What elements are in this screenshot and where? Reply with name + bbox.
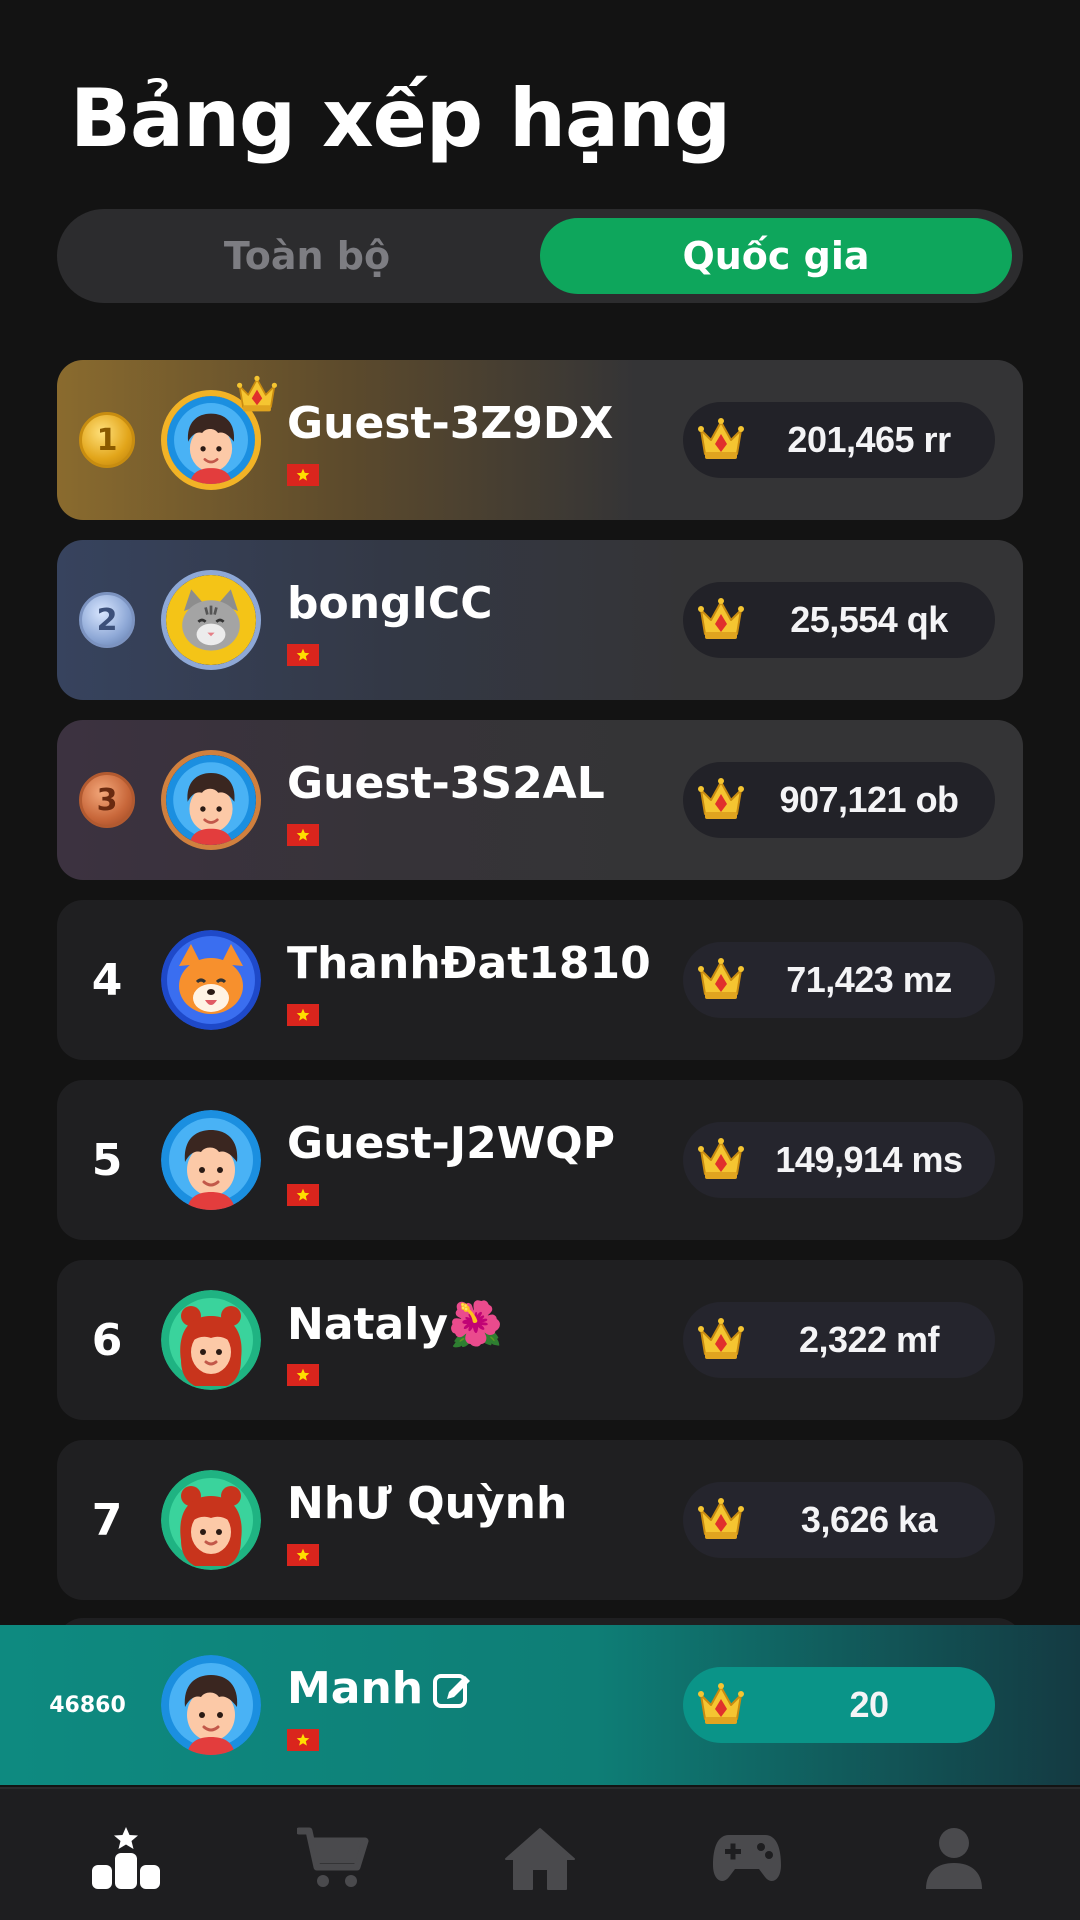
crown-icon xyxy=(697,1136,745,1182)
tab-global[interactable]: Toàn bộ xyxy=(71,218,543,294)
bottom-nav xyxy=(0,1787,1080,1920)
leaderboard-row[interactable]: 1 Guest-3Z9DX 201,465 rr xyxy=(57,360,1023,520)
home-icon[interactable] xyxy=(504,1825,576,1891)
vietnam-flag-icon xyxy=(287,464,319,486)
fox-avatar-icon xyxy=(161,930,261,1030)
player-name: Guest-3Z9DX xyxy=(287,398,614,449)
player-name: bongICC xyxy=(287,578,493,629)
crown-icon xyxy=(697,596,745,642)
shop-cart-icon[interactable] xyxy=(297,1825,369,1891)
player-name: Guest-3S2AL xyxy=(287,758,605,809)
crown-icon xyxy=(697,1681,745,1727)
score-pill: 201,465 rr xyxy=(683,402,995,478)
gamepad-icon[interactable] xyxy=(711,1825,783,1891)
score-value: 3,626 ka xyxy=(800,1499,938,1540)
score-value: 2,322 mf xyxy=(798,1319,940,1360)
rank-number: 7 xyxy=(91,1494,123,1546)
vietnam-flag-icon xyxy=(287,824,319,846)
leaderboard-row[interactable]: 4 ThanhĐat1810 71,423 mz xyxy=(57,900,1023,1060)
score-value: 907,121 ob xyxy=(779,779,959,820)
player-name: Guest-J2WQP xyxy=(287,1118,615,1169)
boy-avatar-icon xyxy=(161,750,261,850)
boy-avatar-icon xyxy=(161,1110,261,1210)
current-user-rank: 46860 xyxy=(49,1692,126,1718)
boy-avatar-icon xyxy=(161,1655,261,1755)
edit-icon[interactable] xyxy=(431,1668,473,1710)
leaderboard-row[interactable]: 3 Guest-3S2AL 907,121 ob xyxy=(57,720,1023,880)
score-value: 71,423 mz xyxy=(786,959,952,1000)
rank-number: 5 xyxy=(91,1134,123,1186)
vietnam-flag-icon xyxy=(287,1184,319,1206)
leaderboard-icon[interactable] xyxy=(90,1825,162,1891)
crown-icon xyxy=(697,416,745,462)
score-pill: 3,626 ka xyxy=(683,1482,995,1558)
rank-number: 4 xyxy=(91,954,123,1006)
score-pill: 20 xyxy=(683,1667,995,1743)
cat-avatar-icon xyxy=(161,570,261,670)
score-pill: 149,914 ms xyxy=(683,1122,995,1198)
leaderboard-row[interactable]: 7 NhƯ Quỳnh 3,626 ka xyxy=(57,1440,1023,1600)
score-pill: 25,554 qk xyxy=(683,582,995,658)
crown-icon xyxy=(697,776,745,822)
score-value: 201,465 rr xyxy=(787,419,951,460)
current-user-row[interactable]: 46860 Manh 20 xyxy=(0,1625,1080,1785)
score-value: 20 xyxy=(849,1684,889,1725)
crown-icon xyxy=(697,1496,745,1542)
crown-badge-icon xyxy=(235,374,279,414)
page-title: Bảng xếp hạng xyxy=(70,72,731,165)
score-value: 149,914 ms xyxy=(775,1139,963,1180)
profile-icon[interactable] xyxy=(918,1825,990,1891)
gold-medal-icon: 1 xyxy=(79,412,135,468)
girl-avatar-icon xyxy=(161,1470,261,1570)
crown-icon xyxy=(697,1316,745,1362)
leaderboard-row[interactable]: 6 Nataly🌺 2,322 mf xyxy=(57,1260,1023,1420)
vietnam-flag-icon xyxy=(287,1544,319,1566)
player-name: NhƯ Quỳnh xyxy=(287,1478,568,1529)
girl-avatar-icon xyxy=(161,1290,261,1390)
current-user-name: Manh xyxy=(287,1663,424,1714)
tab-country[interactable]: Quốc gia xyxy=(540,218,1012,294)
score-value: 25,554 qk xyxy=(790,599,948,640)
vietnam-flag-icon xyxy=(287,1729,319,1751)
rank-number: 6 xyxy=(91,1314,123,1366)
leaderboard-row[interactable]: 5 Guest-J2WQP 149,914 ms xyxy=(57,1080,1023,1240)
score-pill: 907,121 ob xyxy=(683,762,995,838)
player-name: Nataly🌺 xyxy=(287,1299,503,1350)
silver-medal-icon: 2 xyxy=(79,592,135,648)
bronze-medal-icon: 3 xyxy=(79,772,135,828)
scope-tab-switcher: Toàn bộ Quốc gia xyxy=(57,209,1023,303)
crown-icon xyxy=(697,956,745,1002)
vietnam-flag-icon xyxy=(287,1364,319,1386)
vietnam-flag-icon xyxy=(287,644,319,666)
player-name: ThanhĐat1810 xyxy=(287,938,651,989)
current-user-name-wrap: Manh xyxy=(287,1663,473,1714)
score-pill: 2,322 mf xyxy=(683,1302,995,1378)
leaderboard-row[interactable]: 2 bongICC 25,554 qk xyxy=(57,540,1023,700)
vietnam-flag-icon xyxy=(287,1004,319,1026)
score-pill: 71,423 mz xyxy=(683,942,995,1018)
